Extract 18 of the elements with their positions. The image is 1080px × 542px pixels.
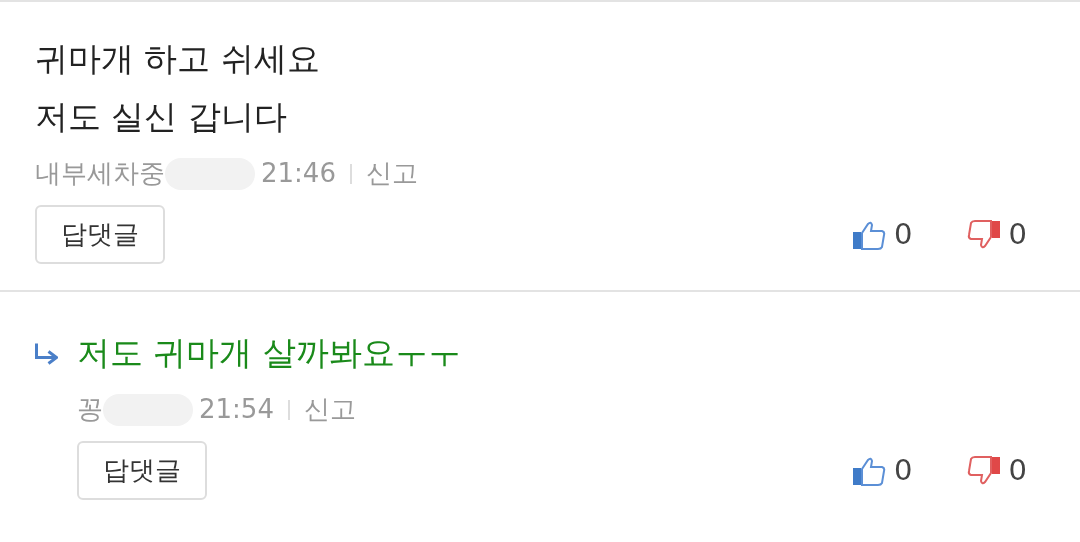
dislike-count: 0 [1008,451,1027,489]
thumbs-up-icon[interactable] [852,219,887,250]
reply-arrow-icon [35,341,58,365]
comment-text: 저도 실신 갑니다 [35,96,288,138]
reply-button[interactable]: 답댓글 [35,205,165,264]
like-count: 0 [894,451,913,489]
reply-button[interactable]: 답댓글 [77,441,207,500]
comment-text: 귀마개 하고 쉬세요 [35,38,321,80]
timestamp: 21:54 [199,393,274,426]
timestamp: 21:46 [261,157,336,190]
thumbs-up-icon[interactable] [852,455,887,486]
dislike-count: 0 [1008,215,1027,253]
like-count: 0 [894,215,913,253]
reply-text: 저도 귀마개 살까봐요ㅜㅜ [77,332,461,374]
author-name: 내부세차중 [35,157,165,190]
thumbs-down-icon[interactable] [966,219,1001,250]
author-name: 꽁 [77,393,103,426]
thumbs-down-icon[interactable] [966,455,1001,486]
